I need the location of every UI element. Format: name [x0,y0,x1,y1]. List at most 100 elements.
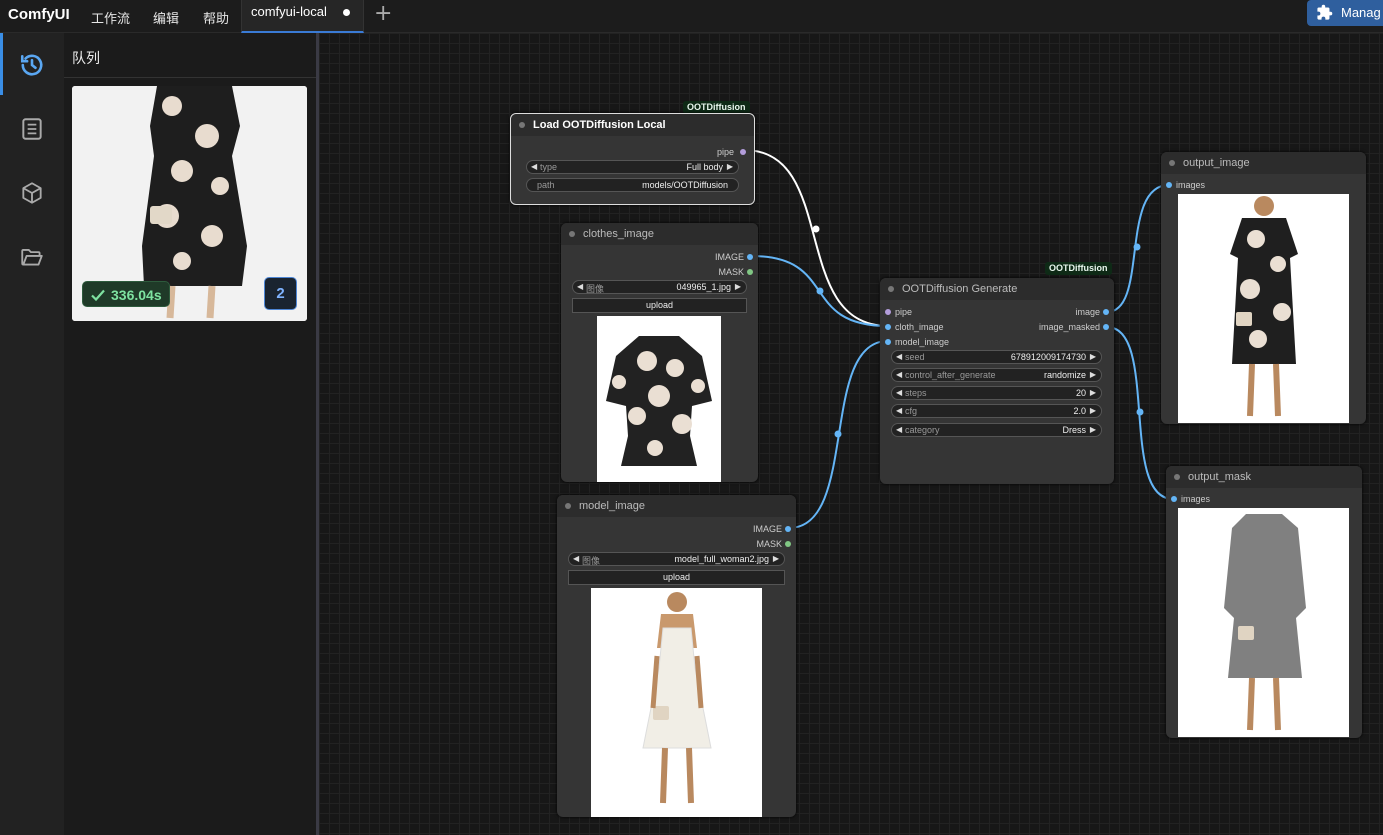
app-brand[interactable]: ComfyUI [8,6,70,23]
path-field[interactable]: path models/OOTDiffusion [526,178,739,192]
cfg-widget[interactable]: ◀ cfg 2.0 ▶ [891,404,1102,418]
seed-widget[interactable]: ◀ seed 678912009174730 ▶ [891,350,1102,364]
input-images-slot[interactable] [1171,496,1177,502]
seed-label: seed [905,352,925,362]
output-image-preview[interactable] [1178,194,1349,423]
history-icon [20,54,43,76]
queue-title: 队列 [72,50,100,66]
image-value: 049965_1.jpg [676,282,731,292]
output-image-label: image [1075,307,1100,317]
cfg-label: cfg [905,406,918,416]
node-output-image[interactable]: output_image images [1161,152,1366,424]
node-title-bar[interactable]: clothes_image [561,223,758,245]
menu-workflow[interactable]: 工作流 [91,8,130,27]
steps-label: steps [905,388,927,398]
collapse-dot-icon[interactable] [1169,160,1175,166]
output-image-slot[interactable] [785,526,791,532]
input-model-label: model_image [895,337,950,347]
cube-icon [22,182,42,204]
output-image-slot[interactable] [1103,309,1109,315]
check-icon [91,289,105,302]
node-output-mask[interactable]: output_mask images [1166,466,1362,738]
image-value: model_full_woman2.jpg [674,554,769,564]
path-label: path [537,180,555,190]
collapse-dot-icon[interactable] [565,503,571,509]
output-mask-slot[interactable] [785,541,791,547]
node-title: model_image [579,500,646,512]
menu-help[interactable]: 帮助 [203,8,229,27]
unsaved-dot-icon[interactable] [343,9,350,16]
image-label: 图像 [586,284,605,294]
output-mask-slot[interactable] [747,269,753,275]
node-title-bar[interactable]: Load OOTDiffusion Local [511,114,754,136]
node-title-bar[interactable]: model_image [557,495,796,517]
input-pipe-slot[interactable] [885,309,891,315]
top-menubar: ComfyUI 工作流 编辑 帮助 comfyui-local + Manag [0,0,1383,33]
collapse-dot-icon[interactable] [888,286,894,292]
input-images-slot[interactable] [1166,182,1172,188]
output-image-label: IMAGE [714,252,744,262]
type-combo[interactable]: ◀ type Full body ▶ [526,160,739,174]
output-image-photo [1230,196,1298,417]
image-label: 图像 [582,556,601,566]
category-combo[interactable]: ◀ category Dress ▶ [891,423,1102,437]
path-value: models/OOTDiffusion [642,180,728,190]
book-icon [22,118,42,140]
output-masked-slot[interactable] [1103,324,1109,330]
node-model-image[interactable]: model_image IMAGE MASK ◀ 图像 model_full_wom… [557,495,796,817]
image-combo[interactable]: ◀ 图像 049965_1.jpg ▶ [572,280,747,294]
node-title-bar[interactable]: output_mask [1166,466,1362,488]
node-title: clothes_image [583,228,654,240]
node-title: Load OOTDiffusion Local [533,119,666,131]
sidebar-item-library[interactable] [0,97,64,159]
type-label: type [540,162,558,172]
steps-value: 20 [1075,388,1086,398]
sidebar-rail [0,33,64,835]
node-load-ootd[interactable]: Load OOTDiffusion Local pipe ◀ type Full b… [510,113,755,205]
node-title: output_image [1183,157,1250,169]
menu-edit[interactable]: 编辑 [153,8,179,27]
elapsed-time-badge: 336.04s [82,281,170,307]
image-combo[interactable]: ◀ 图像 model_full_woman2.jpg ▶ [568,552,785,566]
graph-canvas[interactable]: OOTDiffusion Load OOTDiffusion Local pip… [319,33,1383,835]
sidebar-item-models[interactable] [0,161,64,223]
elapsed-time: 336.04s [111,287,162,303]
type-value: Full body [686,162,723,172]
node-clothes-image[interactable]: clothes_image IMAGE MASK ◀ 图像 049965_1.jpg… [561,223,758,482]
workflow-tab-label: comfyui-local [251,4,327,19]
manager-button[interactable]: Manag [1307,0,1383,26]
upload-button[interactable]: upload [572,298,747,313]
output-image-slot[interactable] [747,254,753,260]
node-title-bar[interactable]: OOTDiffusion Generate [880,278,1114,300]
node-title-bar[interactable]: output_image [1161,152,1366,174]
sidebar-item-queue[interactable] [0,33,64,95]
model-photo [642,592,712,804]
cfg-value: 2.0 [1073,406,1086,416]
upload-button[interactable]: upload [568,570,785,585]
input-cloth-slot[interactable] [885,324,891,330]
queue-result-card[interactable]: 336.04s 2 [72,86,307,321]
new-tab-plus-icon[interactable]: + [374,1,392,26]
output-pipe-slot[interactable] [740,149,746,155]
output-mask-preview[interactable] [1178,508,1349,737]
output-masked-label: image_masked [1038,322,1100,332]
workflow-tab[interactable]: comfyui-local [241,0,364,33]
category-label: category [905,425,940,435]
collapse-dot-icon[interactable] [1174,474,1180,480]
collapse-dot-icon[interactable] [569,231,575,237]
category-value: Dress [1062,425,1086,435]
input-model-slot[interactable] [885,339,891,345]
seed-value: 678912009174730 [1010,352,1086,362]
output-count-badge[interactable]: 2 [264,277,297,310]
input-images-label: images [1181,494,1211,504]
manager-button-label: Manag [1341,5,1381,20]
steps-widget[interactable]: ◀ steps 20 ▶ [891,386,1102,400]
sidebar-item-workflows[interactable] [0,225,64,287]
output-pipe-label: pipe [716,147,734,157]
cag-label: control_after_generate [905,370,996,380]
collapse-dot-icon[interactable] [519,122,525,128]
control-after-generate-combo[interactable]: ◀ control_after_generate randomize ▶ [891,368,1102,382]
node-title: OOTDiffusion Generate [902,283,1018,295]
node-badge-generate: OOTDiffusion [1045,262,1112,275]
node-ootd-generate[interactable]: OOTDiffusion Generate pipe cloth_image m… [880,278,1114,484]
